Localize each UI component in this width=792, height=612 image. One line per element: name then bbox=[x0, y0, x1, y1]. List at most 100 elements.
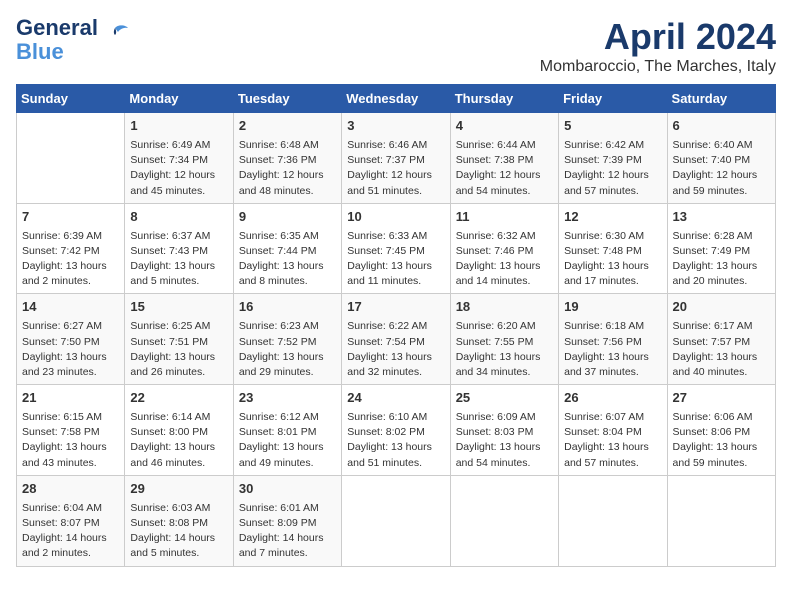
calendar-cell bbox=[342, 475, 450, 566]
day-info: Sunrise: 6:12 AM Sunset: 8:01 PM Dayligh… bbox=[239, 410, 336, 471]
day-info: Sunrise: 6:09 AM Sunset: 8:03 PM Dayligh… bbox=[456, 410, 553, 471]
calendar-cell: 15Sunrise: 6:25 AM Sunset: 7:51 PM Dayli… bbox=[125, 294, 233, 385]
day-info: Sunrise: 6:27 AM Sunset: 7:50 PM Dayligh… bbox=[22, 319, 119, 380]
day-info: Sunrise: 6:39 AM Sunset: 7:42 PM Dayligh… bbox=[22, 229, 119, 290]
header-cell-friday: Friday bbox=[559, 85, 667, 113]
day-info: Sunrise: 6:18 AM Sunset: 7:56 PM Dayligh… bbox=[564, 319, 661, 380]
day-info: Sunrise: 6:23 AM Sunset: 7:52 PM Dayligh… bbox=[239, 319, 336, 380]
calendar-cell: 23 Sunrise: 6:12 AM Sunset: 8:01 PM Dayli… bbox=[233, 385, 341, 476]
day-info: Sunrise: 6:30 AM Sunset: 7:48 PM Dayligh… bbox=[564, 229, 661, 290]
day-number: 30 bbox=[239, 480, 336, 499]
calendar-cell: 14 Sunrise: 6:27 AM Sunset: 7:50 PM Dayli… bbox=[17, 294, 125, 385]
main-title: April 2024 bbox=[540, 16, 776, 58]
calendar-cell: 10 Sunrise: 6:33 AM Sunset: 7:45 PM Dayli… bbox=[342, 203, 450, 294]
calendar-week-row: 1 Sunrise: 6:49 AM Sunset: 7:34 PM Daylig… bbox=[17, 113, 776, 204]
day-number: 16 bbox=[239, 298, 336, 317]
calendar-cell: 28Sunrise: 6:04 AM Sunset: 8:07 PM Dayli… bbox=[17, 475, 125, 566]
day-number: 29 bbox=[130, 480, 227, 499]
day-number: 11 bbox=[456, 208, 553, 227]
calendar-cell bbox=[17, 113, 125, 204]
calendar-cell: 7 Sunrise: 6:39 AM Sunset: 7:42 PM Daylig… bbox=[17, 203, 125, 294]
day-number: 19 bbox=[564, 298, 661, 317]
calendar-cell: 29 Sunrise: 6:03 AM Sunset: 8:08 PM Dayli… bbox=[125, 475, 233, 566]
calendar-cell: 19 Sunrise: 6:18 AM Sunset: 7:56 PM Dayli… bbox=[559, 294, 667, 385]
calendar-cell: 21Sunrise: 6:15 AM Sunset: 7:58 PM Dayli… bbox=[17, 385, 125, 476]
day-number: 23 bbox=[239, 389, 336, 408]
day-number: 17 bbox=[347, 298, 444, 317]
calendar-header-row: SundayMondayTuesdayWednesdayThursdayFrid… bbox=[17, 85, 776, 113]
day-number: 22 bbox=[130, 389, 227, 408]
day-number: 7 bbox=[22, 208, 119, 227]
day-info: Sunrise: 6:40 AM Sunset: 7:40 PM Dayligh… bbox=[673, 138, 770, 199]
day-info: Sunrise: 6:46 AM Sunset: 7:37 PM Dayligh… bbox=[347, 138, 444, 199]
day-info: Sunrise: 6:20 AM Sunset: 7:55 PM Dayligh… bbox=[456, 319, 553, 380]
day-info: Sunrise: 6:07 AM Sunset: 8:04 PM Dayligh… bbox=[564, 410, 661, 471]
day-info: Sunrise: 6:44 AM Sunset: 7:38 PM Dayligh… bbox=[456, 138, 553, 199]
day-info: Sunrise: 6:35 AM Sunset: 7:44 PM Dayligh… bbox=[239, 229, 336, 290]
calendar-week-row: 28Sunrise: 6:04 AM Sunset: 8:07 PM Dayli… bbox=[17, 475, 776, 566]
day-number: 4 bbox=[456, 117, 553, 136]
calendar-cell bbox=[450, 475, 558, 566]
calendar-cell: 18Sunrise: 6:20 AM Sunset: 7:55 PM Dayli… bbox=[450, 294, 558, 385]
day-number: 9 bbox=[239, 208, 336, 227]
logo: GeneralBlue bbox=[16, 16, 130, 64]
calendar-cell: 22 Sunrise: 6:14 AM Sunset: 8:00 PM Dayli… bbox=[125, 385, 233, 476]
calendar-cell: 25 Sunrise: 6:09 AM Sunset: 8:03 PM Dayli… bbox=[450, 385, 558, 476]
day-info: Sunrise: 6:28 AM Sunset: 7:49 PM Dayligh… bbox=[673, 229, 770, 290]
calendar-cell: 26 Sunrise: 6:07 AM Sunset: 8:04 PM Dayli… bbox=[559, 385, 667, 476]
day-number: 27 bbox=[673, 389, 770, 408]
day-info: Sunrise: 6:03 AM Sunset: 8:08 PM Dayligh… bbox=[130, 501, 227, 562]
calendar-cell: 4 Sunrise: 6:44 AM Sunset: 7:38 PM Daylig… bbox=[450, 113, 558, 204]
day-number: 25 bbox=[456, 389, 553, 408]
calendar-cell: 11 Sunrise: 6:32 AM Sunset: 7:46 PM Dayli… bbox=[450, 203, 558, 294]
header-cell-monday: Monday bbox=[125, 85, 233, 113]
day-info: Sunrise: 6:42 AM Sunset: 7:39 PM Dayligh… bbox=[564, 138, 661, 199]
calendar-cell: 17 Sunrise: 6:22 AM Sunset: 7:54 PM Dayli… bbox=[342, 294, 450, 385]
header-cell-tuesday: Tuesday bbox=[233, 85, 341, 113]
day-number: 3 bbox=[347, 117, 444, 136]
calendar-cell: 6 Sunrise: 6:40 AM Sunset: 7:40 PM Daylig… bbox=[667, 113, 775, 204]
calendar-cell: 13 Sunrise: 6:28 AM Sunset: 7:49 PM Dayli… bbox=[667, 203, 775, 294]
header: GeneralBlue April 2024 Mombaroccio, The … bbox=[16, 16, 776, 76]
day-info: Sunrise: 6:32 AM Sunset: 7:46 PM Dayligh… bbox=[456, 229, 553, 290]
day-number: 5 bbox=[564, 117, 661, 136]
day-info: Sunrise: 6:10 AM Sunset: 8:02 PM Dayligh… bbox=[347, 410, 444, 471]
day-info: Sunrise: 6:14 AM Sunset: 8:00 PM Dayligh… bbox=[130, 410, 227, 471]
day-number: 15 bbox=[130, 298, 227, 317]
day-number: 2 bbox=[239, 117, 336, 136]
calendar-week-row: 21Sunrise: 6:15 AM Sunset: 7:58 PM Dayli… bbox=[17, 385, 776, 476]
day-number: 20 bbox=[673, 298, 770, 317]
calendar-week-row: 7 Sunrise: 6:39 AM Sunset: 7:42 PM Daylig… bbox=[17, 203, 776, 294]
day-number: 14 bbox=[22, 298, 119, 317]
day-number: 8 bbox=[130, 208, 227, 227]
calendar-cell: 8 Sunrise: 6:37 AM Sunset: 7:43 PM Daylig… bbox=[125, 203, 233, 294]
day-info: Sunrise: 6:49 AM Sunset: 7:34 PM Dayligh… bbox=[130, 138, 227, 199]
day-info: Sunrise: 6:06 AM Sunset: 8:06 PM Dayligh… bbox=[673, 410, 770, 471]
day-info: Sunrise: 6:33 AM Sunset: 7:45 PM Dayligh… bbox=[347, 229, 444, 290]
calendar-cell bbox=[559, 475, 667, 566]
day-number: 1 bbox=[130, 117, 227, 136]
day-number: 12 bbox=[564, 208, 661, 227]
day-number: 13 bbox=[673, 208, 770, 227]
day-info: Sunrise: 6:01 AM Sunset: 8:09 PM Dayligh… bbox=[239, 501, 336, 562]
calendar-cell bbox=[667, 475, 775, 566]
title-area: April 2024 Mombaroccio, The Marches, Ita… bbox=[540, 16, 776, 76]
calendar-cell: 16 Sunrise: 6:23 AM Sunset: 7:52 PM Dayli… bbox=[233, 294, 341, 385]
calendar-cell: 24Sunrise: 6:10 AM Sunset: 8:02 PM Dayli… bbox=[342, 385, 450, 476]
day-info: Sunrise: 6:22 AM Sunset: 7:54 PM Dayligh… bbox=[347, 319, 444, 380]
header-cell-sunday: Sunday bbox=[17, 85, 125, 113]
logo-bird-icon bbox=[100, 20, 130, 50]
day-number: 6 bbox=[673, 117, 770, 136]
day-number: 10 bbox=[347, 208, 444, 227]
calendar-cell: 1 Sunrise: 6:49 AM Sunset: 7:34 PM Daylig… bbox=[125, 113, 233, 204]
calendar-week-row: 14 Sunrise: 6:27 AM Sunset: 7:50 PM Dayli… bbox=[17, 294, 776, 385]
header-cell-saturday: Saturday bbox=[667, 85, 775, 113]
day-info: Sunrise: 6:37 AM Sunset: 7:43 PM Dayligh… bbox=[130, 229, 227, 290]
header-cell-thursday: Thursday bbox=[450, 85, 558, 113]
calendar-cell: 20Sunrise: 6:17 AM Sunset: 7:57 PM Dayli… bbox=[667, 294, 775, 385]
calendar-cell: 27 Sunrise: 6:06 AM Sunset: 8:06 PM Dayli… bbox=[667, 385, 775, 476]
day-info: Sunrise: 6:48 AM Sunset: 7:36 PM Dayligh… bbox=[239, 138, 336, 199]
calendar-cell: 5 Sunrise: 6:42 AM Sunset: 7:39 PM Daylig… bbox=[559, 113, 667, 204]
day-number: 26 bbox=[564, 389, 661, 408]
logo-text: GeneralBlue bbox=[16, 16, 98, 64]
